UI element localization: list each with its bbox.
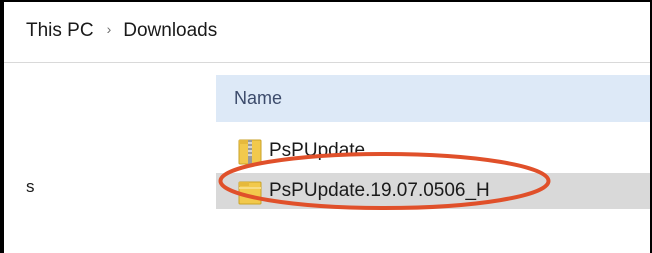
folder-icon [238, 178, 262, 206]
zip-folder-icon [238, 138, 262, 166]
breadcrumb-item-downloads[interactable]: Downloads [123, 20, 217, 41]
column-header-name[interactable]: Name [216, 75, 650, 122]
column-header-label: Name [234, 88, 283, 108]
file-row-pspupdate-folder[interactable]: PsPUpdate.19.07.0506_H [216, 173, 650, 209]
breadcrumb: This PC › Downloads [26, 20, 217, 42]
breadcrumb-item-this-pc[interactable]: This PC [26, 20, 94, 41]
file-list: Name PsPUpdate PsPUpdate.19.07.0506_H [216, 63, 650, 253]
file-explorer-window: This PC › Downloads s Name PsPUpdate PsP… [0, 0, 652, 253]
file-name: PsPUpdate [269, 140, 366, 161]
nav-item-partial[interactable]: s [26, 177, 35, 197]
file-name: PsPUpdate.19.07.0506_H [269, 180, 490, 201]
breadcrumb-separator-icon[interactable]: › [107, 21, 112, 37]
file-row-pspupdate-zip[interactable]: PsPUpdate [216, 133, 650, 169]
navigation-pane: s [4, 63, 216, 253]
address-bar[interactable]: This PC › Downloads [4, 2, 650, 63]
